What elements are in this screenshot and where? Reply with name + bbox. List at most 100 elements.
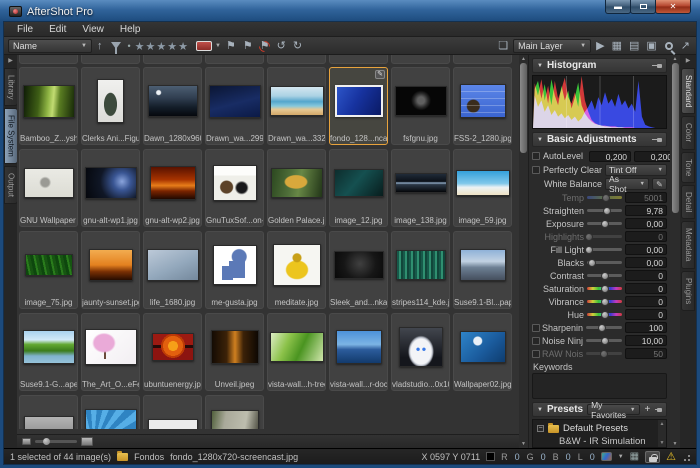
slider-track-contrast[interactable] xyxy=(587,274,622,277)
thumbnail-cell[interactable]: image_138.jpg xyxy=(391,149,450,227)
sidebar-tab-library[interactable]: Library xyxy=(4,68,18,106)
sort-ascending-icon[interactable]: ↑ xyxy=(95,40,105,52)
zero-star-dot-icon[interactable]: • xyxy=(128,41,131,51)
panel-tab-color[interactable]: Color xyxy=(681,116,695,149)
slider-track-blacks[interactable] xyxy=(587,261,622,264)
slider-track-hue[interactable] xyxy=(587,313,622,316)
thumbnail-cell[interactable] xyxy=(267,55,326,64)
thumbnail-size-handle[interactable] xyxy=(43,438,50,445)
scroll-down-icon[interactable]: ▼ xyxy=(521,441,526,447)
autolevel-checkbox[interactable] xyxy=(532,152,540,160)
thumbnail-cell[interactable]: Unveil.jpeg xyxy=(205,313,264,391)
thumbnail-cell[interactable]: Dawn_1280x960.jpg xyxy=(143,67,202,145)
thumbnail-cell[interactable]: FSS-2_1280.jpg xyxy=(453,67,512,145)
menu-file[interactable]: File xyxy=(10,24,40,35)
slider-value-sharpening[interactable]: 100 xyxy=(625,322,667,333)
thumbnail-cell[interactable]: gnu-alt-wp2.jpg xyxy=(143,149,202,227)
small-thumbnails-icon[interactable] xyxy=(22,438,31,445)
slider-value-fill-light[interactable]: 0,00 xyxy=(625,244,667,255)
slider-value-highlights[interactable]: 0 xyxy=(625,231,667,242)
thumbnail-cell[interactable]: fsfgnu.jpg xyxy=(391,67,450,145)
thumbnail-cell[interactable] xyxy=(453,55,512,64)
grid-scrollbar[interactable]: ▲ ▼ xyxy=(519,55,528,448)
color-label-swatch[interactable] xyxy=(196,41,212,51)
rotate-left-icon[interactable]: ↺ xyxy=(275,40,288,52)
panel-scrollbar[interactable]: ▲ ▼ xyxy=(670,55,680,448)
star-icon[interactable]: ★ xyxy=(135,41,146,53)
slider-handle[interactable] xyxy=(598,324,606,332)
layers-icon[interactable]: ❏ xyxy=(496,40,510,52)
slideshow-icon[interactable]: ▶ xyxy=(594,40,606,52)
star-icon[interactable]: ★ xyxy=(146,41,157,53)
minimize-button[interactable]: ▬ xyxy=(605,0,631,14)
slider-handle[interactable] xyxy=(601,311,609,319)
sort-field-select[interactable]: Name ▼ xyxy=(8,39,92,53)
thumbnail-cell[interactable] xyxy=(205,395,264,429)
thumbnail-cell[interactable]: GnuTuxSof...on-v1.jpg xyxy=(205,149,264,227)
thumbnail-size-slider[interactable] xyxy=(35,440,77,443)
thumbnail-cell[interactable]: ✎fondo_128...ncast.jpg xyxy=(329,67,388,145)
preset-item-b-w-ir-simulation[interactable]: B&W - IR Simulation xyxy=(537,435,658,448)
slider-track-saturation[interactable] xyxy=(587,287,622,290)
slider-value-straighten[interactable]: 9,78 xyxy=(625,205,667,216)
slider-handle[interactable] xyxy=(585,246,593,254)
chevron-down-icon[interactable]: ▼ xyxy=(618,454,624,460)
menu-edit[interactable]: Edit xyxy=(42,24,73,35)
thumbnail-cell[interactable]: vista-wall...r-dock.jpg xyxy=(329,313,388,391)
slider-track-temp[interactable] xyxy=(587,196,622,199)
panel-tab-plugins[interactable]: Plugins xyxy=(681,271,695,311)
rotate-right-icon[interactable]: ↻ xyxy=(291,40,304,52)
strip-view-icon[interactable]: ▤ xyxy=(627,40,641,52)
thumbnail-cell[interactable] xyxy=(329,55,388,64)
histogram-header[interactable]: ▼ Histogram xyxy=(532,58,667,73)
warning-icon[interactable]: ⚠ xyxy=(666,451,676,463)
reject-flag-icon[interactable]: ⚑ xyxy=(258,40,272,52)
image-view-icon[interactable]: ▣ xyxy=(644,40,658,52)
menu-help[interactable]: Help xyxy=(113,24,148,35)
close-button[interactable]: ✕ xyxy=(655,0,691,14)
thumbnail-cell[interactable] xyxy=(143,55,202,64)
thumbnail-cell[interactable]: image_12.jpg xyxy=(329,149,388,227)
slider-track-vibrance[interactable] xyxy=(587,300,622,303)
slider-value-raw-noise[interactable]: 50 xyxy=(625,348,667,359)
perfectly-clear-checkbox[interactable] xyxy=(532,166,540,174)
thumbnail-cell[interactable]: image_59.jpg xyxy=(453,149,512,227)
collapse-left-panel-icon[interactable]: ▶ xyxy=(8,57,13,64)
thumbnail-cell[interactable] xyxy=(143,395,202,429)
presets-favorites-select[interactable]: My Favorites ▼ xyxy=(587,404,639,415)
thumbnail-cell[interactable]: me-gusta.jpg xyxy=(205,231,264,309)
collapse-icon[interactable]: ▼ xyxy=(537,407,543,413)
slider-track-fill-light[interactable] xyxy=(587,248,622,251)
thumbnail-cell[interactable]: life_1680.jpg xyxy=(143,231,202,309)
thumbnail-cell[interactable]: Wallpaper02.jpg xyxy=(453,313,512,391)
filter-icon[interactable] xyxy=(111,42,121,49)
thumbnail-cell[interactable] xyxy=(391,55,450,64)
sidebar-tab-output[interactable]: Output xyxy=(4,166,18,204)
thumbnail-cell[interactable] xyxy=(19,395,78,429)
collapse-icon[interactable]: ▼ xyxy=(537,63,543,69)
slider-handle[interactable] xyxy=(601,285,609,293)
panel-tab-metadata[interactable]: Metadata xyxy=(681,221,695,268)
preset-folder-row[interactable]: − Default Presets xyxy=(537,422,658,435)
thumbnail-cell[interactable] xyxy=(81,395,140,429)
star-icon[interactable]: ★ xyxy=(167,41,178,53)
thumbnail-cell[interactable]: image_75.jpg xyxy=(19,231,78,309)
slider-handle[interactable] xyxy=(600,350,608,358)
presets-header[interactable]: ▼ Presets My Favorites ▼ + xyxy=(532,402,667,417)
add-preset-button[interactable]: + xyxy=(644,405,652,415)
scroll-up-icon[interactable]: ▲ xyxy=(673,56,678,62)
color-management-icon[interactable] xyxy=(601,452,612,461)
scroll-down-icon[interactable]: ▼ xyxy=(660,440,665,446)
keywords-input[interactable] xyxy=(532,373,667,399)
pin-icon[interactable] xyxy=(652,136,662,144)
magnifier-icon[interactable] xyxy=(665,42,673,50)
keyboard-grid-icon[interactable]: ▦ xyxy=(630,451,639,462)
autolevel-high-value[interactable]: 0,200 xyxy=(634,151,670,162)
basic-adjustments-header[interactable]: ▼ Basic Adjustments xyxy=(532,132,667,147)
thumbnail-cell[interactable]: gnu-alt-wp1.jpg xyxy=(81,149,140,227)
sidebar-tab-file-system[interactable]: File System xyxy=(4,108,18,164)
slider-handle[interactable] xyxy=(601,220,609,228)
checkbox-raw-noise[interactable] xyxy=(532,350,540,358)
slider-value-blacks[interactable]: 0,00 xyxy=(625,257,667,268)
thumbnail-cell[interactable]: Suse9.1-G...apers.jpg xyxy=(19,313,78,391)
